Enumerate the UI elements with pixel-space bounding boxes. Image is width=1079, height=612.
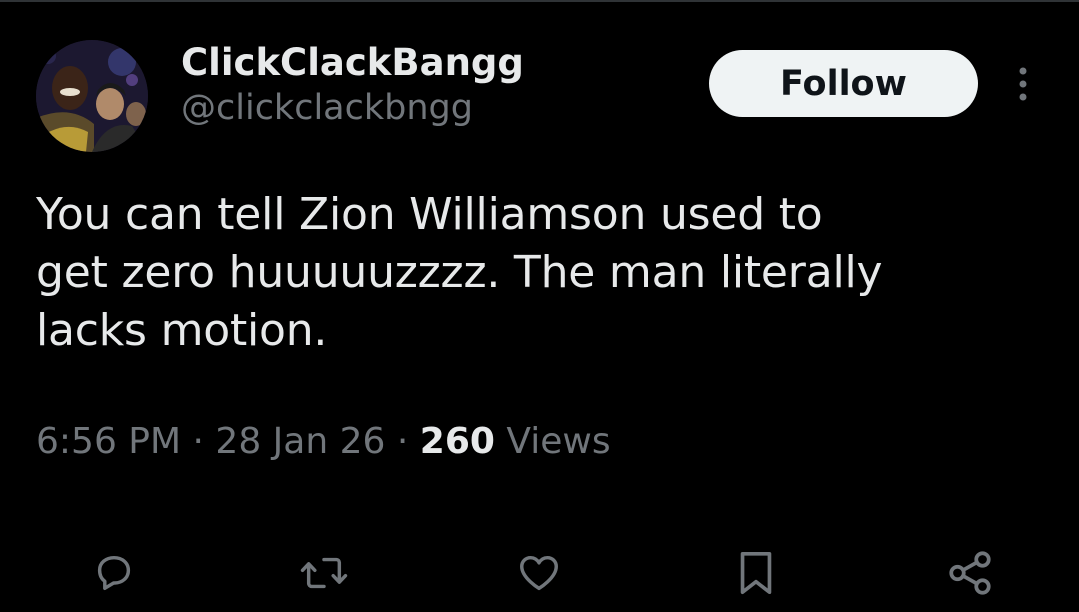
bookmark-icon: [740, 551, 772, 595]
reply-icon: [97, 555, 131, 591]
top-divider: [0, 0, 1079, 2]
tweet-text-line: You can tell Zion Williamson used to: [36, 189, 823, 240]
retweet-icon: [300, 557, 348, 589]
like-button[interactable]: [509, 540, 569, 606]
follow-button[interactable]: Follow: [709, 50, 978, 117]
more-vertical-icon: [1019, 67, 1027, 101]
meta-separator: ·: [192, 421, 204, 462]
tweet-meta: 6:56 PM · 28 Jan 26 · 260 Views: [36, 418, 611, 466]
views-count: 260: [419, 421, 495, 462]
author-handle[interactable]: @clickclackbngg: [181, 86, 524, 130]
more-options-button[interactable]: [1010, 62, 1036, 106]
tweet-time[interactable]: 6:56 PM: [36, 421, 181, 462]
views-label: Views: [506, 421, 611, 462]
action-bar: [0, 540, 1079, 606]
tweet-text-line: get zero huuuuuzzzz. The man literally: [36, 247, 883, 298]
tweet-date[interactable]: 28 Jan 26: [215, 421, 385, 462]
heart-icon: [520, 555, 558, 591]
avatar[interactable]: [36, 40, 148, 152]
tweet-text: You can tell Zion Williamson used to get…: [36, 186, 1046, 360]
reply-button[interactable]: [84, 540, 144, 606]
profile-photo-icon: [36, 40, 148, 152]
author-display-name[interactable]: ClickClackBangg: [181, 40, 524, 86]
meta-separator: ·: [396, 421, 409, 462]
tweet-text-line: lacks motion.: [36, 305, 328, 356]
bookmark-button[interactable]: [726, 540, 786, 606]
retweet-button[interactable]: [294, 540, 354, 606]
share-button[interactable]: [940, 540, 1000, 606]
share-icon: [949, 551, 991, 595]
